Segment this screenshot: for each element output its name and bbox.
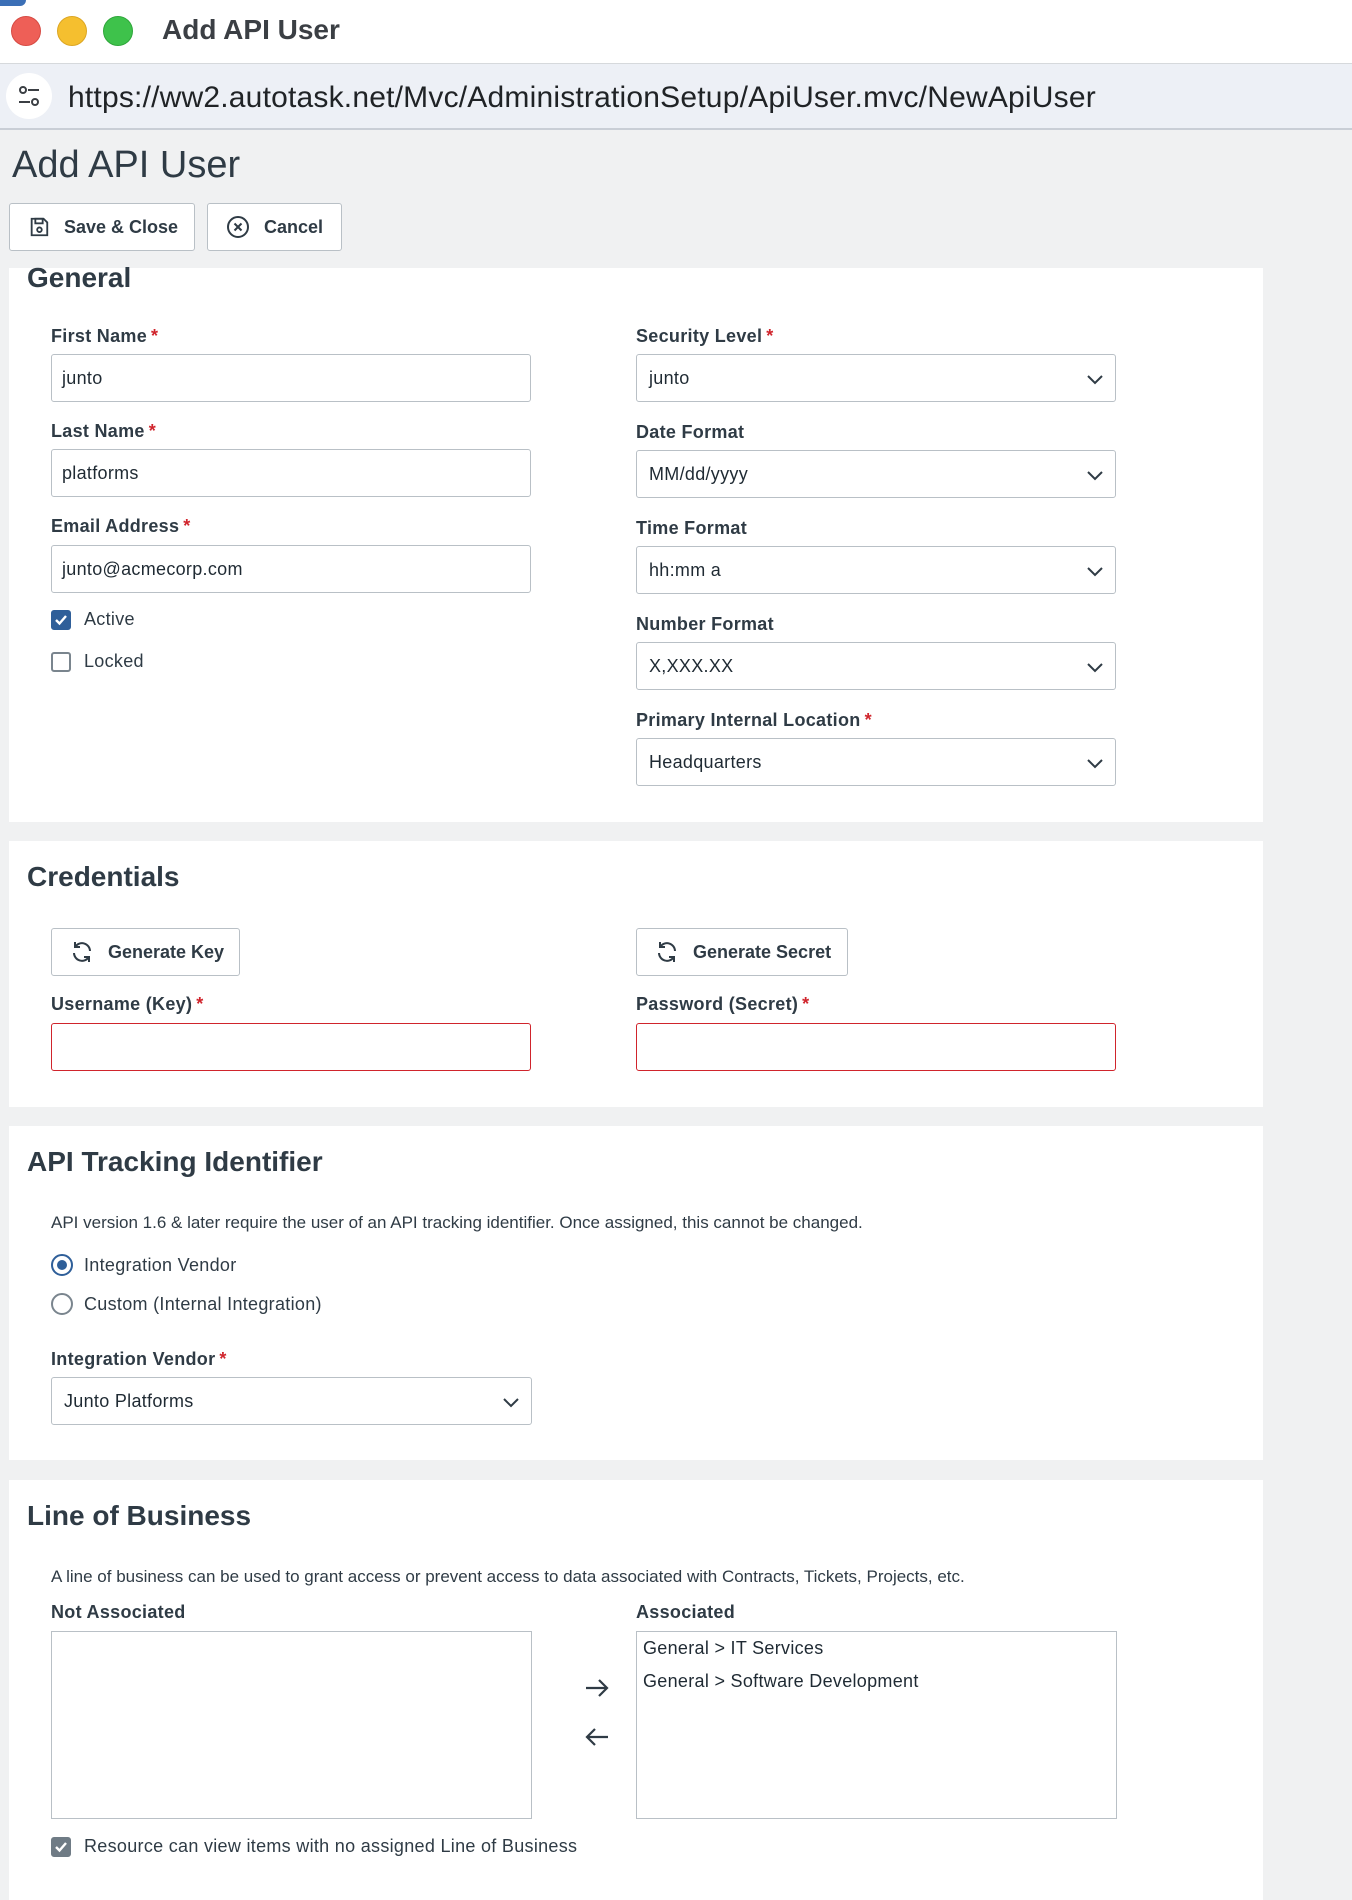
chevron-down-icon [1087,663,1103,673]
site-settings-icon[interactable] [6,73,52,119]
date-format-select[interactable]: MM/dd/yyyy [636,450,1116,498]
maximize-window-button[interactable] [103,16,133,46]
custom-integration-radio[interactable] [51,1293,73,1315]
close-window-button[interactable] [11,16,41,46]
associated-label: Associated [636,1602,736,1622]
security-level-select[interactable]: junto [636,354,1116,402]
cancel-button[interactable]: Cancel [207,203,342,251]
api-tracking-title: API Tracking Identifier [27,1146,323,1177]
add-association-button[interactable] [581,1674,613,1702]
window-titlebar: Add API User [0,0,1352,64]
primary-location-select[interactable]: Headquarters [636,738,1116,786]
window-title: Add API User [162,14,340,45]
integration-vendor-label: Integration Vendor * [51,1349,227,1369]
refresh-icon [658,942,676,962]
general-title: General [27,262,132,293]
line-of-business-panel: Line of Business A line of business can … [9,1480,1263,1900]
integration-vendor-value: Junto Platforms [64,1390,194,1411]
password-secret-label: Password (Secret) * [636,994,810,1014]
not-associated-label: Not Associated [51,1602,186,1622]
generate-secret-label: Generate Secret [693,941,832,962]
general-panel: General First Name * junto Last Name * pla… [9,262,1263,822]
associated-listbox[interactable]: General > IT Services General > Software… [636,1631,1117,1819]
primary-location-label: Primary Internal Location * [636,710,872,730]
page-title: Add API User [12,144,241,186]
integration-vendor-radio[interactable] [51,1254,73,1276]
first-name-input[interactable]: junto [51,354,531,402]
cancel-label: Cancel [264,216,324,237]
address-bar[interactable]: https://ww2.autotask.net/Mvc/Administrat… [0,64,1352,130]
no-lob-checkbox-label: Resource can view items with no assigned… [84,1836,578,1856]
custom-integration-radio-label: Custom (Internal Integration) [84,1294,322,1314]
security-level-value: junto [649,367,690,388]
no-lob-checkbox[interactable] [51,1837,71,1857]
integration-vendor-radio-label: Integration Vendor [84,1255,237,1275]
primary-location-value: Headquarters [649,751,762,772]
refresh-icon [73,942,91,962]
chevron-down-icon [1087,567,1103,577]
chevron-down-icon [1087,375,1103,385]
url-text[interactable]: https://ww2.autotask.net/Mvc/Administrat… [68,81,1096,115]
last-name-input[interactable]: platforms [51,449,531,497]
credentials-title: Credentials [27,861,180,892]
checkmark-icon [55,615,67,626]
list-item[interactable]: General > IT Services [643,1638,824,1659]
api-tracking-panel: API Tracking Identifier API version 1.6 … [9,1126,1263,1460]
number-format-label: Number Format [636,614,774,634]
generate-key-button[interactable]: Generate Key [51,928,240,976]
corner-accent [0,0,26,6]
time-format-select[interactable]: hh:mm a [636,546,1116,594]
cancel-circle-icon [227,216,249,238]
list-item[interactable]: General > Software Development [643,1671,919,1692]
generate-key-label: Generate Key [108,941,225,962]
floppy-disk-icon [30,217,49,237]
line-of-business-title: Line of Business [27,1500,252,1531]
password-secret-input[interactable] [636,1023,1116,1071]
username-key-label: Username (Key) * [51,994,204,1014]
date-format-label: Date Format [636,422,745,442]
integration-vendor-select[interactable]: Junto Platforms [51,1377,532,1425]
first-name-label: First Name * [51,326,159,346]
email-address-input[interactable]: junto@acmecorp.com [51,545,531,593]
save-and-close-label: Save & Close [64,216,179,237]
remove-association-button[interactable] [581,1723,613,1751]
email-address-label: Email Address * [51,516,191,536]
security-level-label: Security Level * [636,326,774,346]
time-format-label: Time Format [636,518,747,538]
chevron-down-icon [503,1398,519,1408]
api-tracking-description: API version 1.6 & later require the user… [51,1213,863,1232]
active-checkbox[interactable] [51,610,71,630]
generate-secret-button[interactable]: Generate Secret [636,928,848,976]
not-associated-listbox[interactable] [51,1631,532,1819]
active-label: Active [84,609,135,629]
number-format-select[interactable]: X,XXX.XX [636,642,1116,690]
arrow-right-icon [586,1679,609,1697]
locked-checkbox[interactable] [51,652,71,672]
line-of-business-description: A line of business can be used to grant … [51,1567,965,1586]
minimize-window-button[interactable] [57,16,87,46]
date-format-value: MM/dd/yyyy [649,463,749,484]
chevron-down-icon [1087,759,1103,769]
checkmark-icon [55,1842,67,1853]
credentials-panel: Credentials Generate Key Generate Secret… [9,841,1263,1107]
save-and-close-button[interactable]: Save & Close [9,203,195,251]
last-name-label: Last Name * [51,421,157,441]
chevron-down-icon [1087,471,1103,481]
arrow-left-icon [585,1728,608,1746]
time-format-value: hh:mm a [649,559,722,580]
locked-label: Locked [84,651,144,671]
username-key-input[interactable] [51,1023,531,1071]
number-format-value: X,XXX.XX [649,655,734,676]
